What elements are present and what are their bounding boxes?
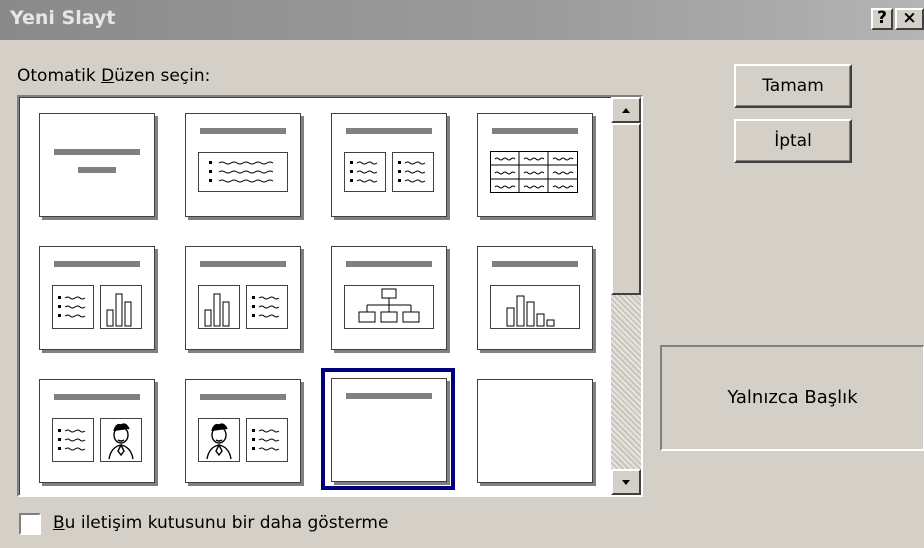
layout-gallery[interactable] xyxy=(17,95,643,497)
layout-text-and-clip-art[interactable] xyxy=(39,379,155,483)
layout-table[interactable] xyxy=(477,113,593,217)
layout-bulleted-list[interactable] xyxy=(185,113,301,217)
dialog-title: Yeni Slayt xyxy=(10,7,116,29)
layout-preview: Yalnızca Başlık xyxy=(660,345,924,451)
selected-layout-frame[interactable] xyxy=(321,368,455,490)
layout-title-only[interactable] xyxy=(331,378,447,482)
label-suffix: üzen seçin: xyxy=(114,66,211,86)
layout-organization-chart[interactable] xyxy=(331,246,447,350)
ok-button[interactable]: Tamam xyxy=(734,64,852,108)
checkbox-accelerator: B xyxy=(53,513,65,533)
layout-title-slide[interactable] xyxy=(39,113,155,217)
layout-clip-art-and-text[interactable] xyxy=(185,379,301,483)
label-prefix: Otomatik xyxy=(17,66,102,86)
cancel-button[interactable]: İptal xyxy=(734,119,852,163)
layout-chart[interactable] xyxy=(477,246,593,350)
layout-blank[interactable] xyxy=(477,379,593,483)
title-bar: Yeni Slayt ? × xyxy=(0,0,924,40)
scroll-thumb[interactable] xyxy=(611,123,641,295)
scroll-up-button[interactable] xyxy=(611,97,641,123)
dont-show-again-label[interactable]: Bu iletişim kutusunu bir daha gösterme xyxy=(53,513,388,533)
checkbox-label-text: u iletişim kutusunu bir daha gösterme xyxy=(64,513,389,533)
close-button[interactable]: × xyxy=(895,8,924,30)
help-button[interactable]: ? xyxy=(871,8,893,30)
layout-text-and-chart[interactable] xyxy=(39,246,155,350)
layout-chart-and-text[interactable] xyxy=(185,246,301,350)
layout-gallery-label: Otomatik Düzen seçin: xyxy=(17,66,210,86)
arrow-up-icon xyxy=(622,108,630,113)
gallery-scrollbar[interactable] xyxy=(611,97,641,495)
layout-two-column-text[interactable] xyxy=(331,113,447,217)
arrow-down-icon xyxy=(622,480,630,485)
preview-caption: Yalnızca Başlık xyxy=(727,387,858,408)
dont-show-again-checkbox[interactable] xyxy=(19,513,41,535)
label-accelerator: D xyxy=(101,66,115,86)
scroll-down-button[interactable] xyxy=(611,469,641,495)
